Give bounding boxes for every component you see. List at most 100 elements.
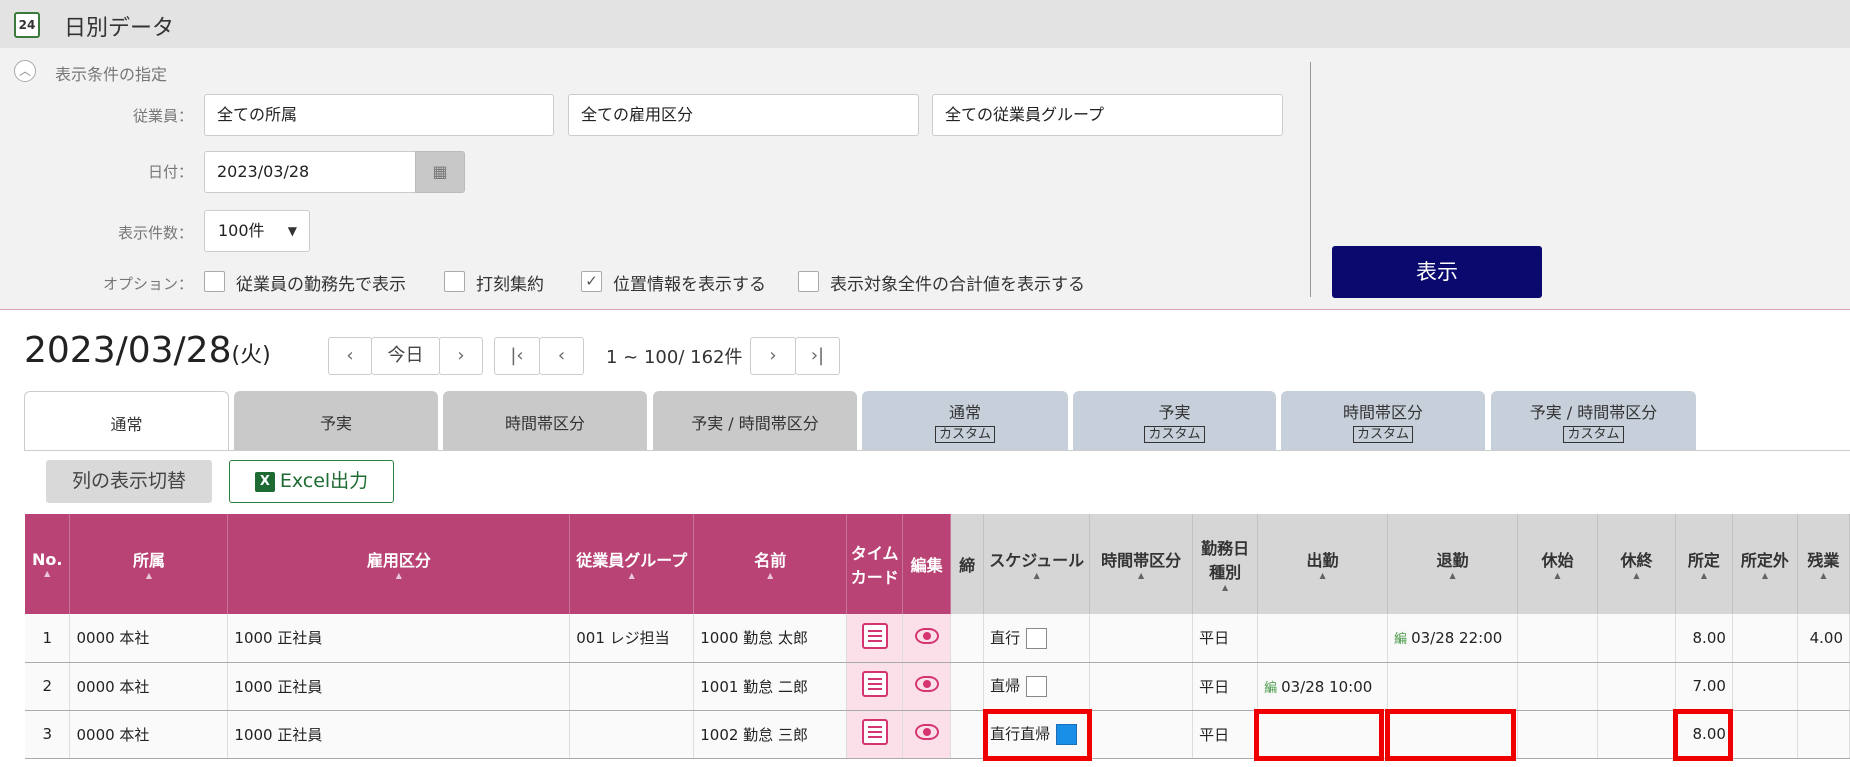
- col-day-type[interactable]: 勤務日 種別 ▲: [1192, 514, 1259, 614]
- col-employment-type[interactable]: 雇用区分 ▲: [227, 514, 571, 614]
- table-row: 1 0000 本社 1000 正社員 001 レジ担当 1000 勤怠 太郎 直行 平日 編 0…: [25, 614, 1850, 663]
- tab-custom-time-band[interactable]: 時間帯区分 カスタム: [1281, 391, 1485, 450]
- cell-outside-scheduled: [1732, 662, 1798, 711]
- cell-edit[interactable]: [902, 662, 952, 711]
- daily-data-table: No. ▲ 所属 ▲ 雇用区分 ▲ 従業員グループ ▲ 名前 ▲ タイム カード 編集 締…: [25, 514, 1850, 759]
- cell-department: 0000 本社: [69, 710, 229, 759]
- cell-clock-in[interactable]: [1257, 614, 1389, 663]
- cell-time-band: [1089, 662, 1194, 711]
- option-checkbox-location[interactable]: ✓: [581, 271, 602, 292]
- option-checkbox-workplace[interactable]: [204, 271, 225, 292]
- divider: [1310, 62, 1311, 297]
- employee-group-select[interactable]: 全ての従業員グループ: [932, 94, 1283, 136]
- tab-time-band[interactable]: 時間帯区分: [443, 391, 647, 450]
- cell-edit[interactable]: [902, 614, 952, 663]
- cell-schedule[interactable]: 直行: [983, 614, 1091, 663]
- col-no[interactable]: No. ▲: [25, 514, 71, 614]
- col-break-start[interactable]: 休始 ▲: [1517, 514, 1598, 614]
- schedule-checkbox[interactable]: [1026, 627, 1048, 649]
- column-toggle-button[interactable]: 列の表示切替: [46, 460, 212, 503]
- cell-timecard[interactable]: [846, 662, 904, 711]
- last-page-button[interactable]: ›|: [795, 337, 840, 375]
- col-overtime[interactable]: 残業 ▲: [1797, 514, 1850, 614]
- eye-icon[interactable]: [914, 676, 939, 692]
- excel-icon: X: [254, 471, 275, 492]
- timecard-icon[interactable]: [861, 622, 888, 649]
- eye-icon[interactable]: [914, 627, 939, 644]
- cell-employee-group: 001 レジ担当: [569, 614, 695, 663]
- tab-normal[interactable]: 通常: [24, 391, 229, 451]
- cell-no: 2: [25, 662, 71, 711]
- next-page-button[interactable]: ›: [750, 337, 796, 375]
- schedule-checkbox[interactable]: [1056, 724, 1078, 745]
- col-employee-group[interactable]: 従業員グループ ▲: [569, 514, 695, 614]
- calendar-24-icon: 24: [14, 12, 40, 38]
- eye-icon[interactable]: [914, 724, 939, 740]
- first-page-button[interactable]: |‹: [494, 337, 540, 375]
- cell-clock-in[interactable]: [1257, 710, 1389, 759]
- table-row: 3 0000 本社 1000 正社員 1002 勤怠 三郎 直行直帰 平日 8.00: [25, 710, 1850, 759]
- col-clock-out[interactable]: 退勤 ▲: [1387, 514, 1519, 614]
- col-clock-in[interactable]: 出勤 ▲: [1257, 514, 1389, 614]
- cell-clock-in[interactable]: 編 03/28 10:00: [1257, 662, 1389, 711]
- excel-export-button[interactable]: X Excel出力: [229, 460, 394, 503]
- timecard-icon[interactable]: [861, 719, 888, 745]
- prev-day-button[interactable]: ‹: [328, 337, 372, 375]
- count-label: 表示件数：: [117, 224, 193, 242]
- option-label-total[interactable]: 表示対象全件の合計値を表示する: [830, 270, 1085, 295]
- col-department[interactable]: 所属 ▲: [69, 514, 229, 614]
- timecard-icon[interactable]: [861, 671, 888, 697]
- department-select[interactable]: 全ての所属: [204, 94, 554, 136]
- tab-custom-plan-actual[interactable]: 予実 カスタム: [1073, 391, 1276, 450]
- tab-plan-actual-time-band[interactable]: 予実 / 時間帯区分: [653, 391, 857, 450]
- cell-timecard[interactable]: [846, 710, 904, 759]
- filter-heading[interactable]: 表示条件の指定: [55, 61, 167, 85]
- option-label-aggregate[interactable]: 打刻集約: [476, 270, 544, 295]
- cell-no: 1: [25, 614, 71, 663]
- show-button[interactable]: 表示: [1332, 246, 1542, 298]
- date-picker-button[interactable]: ▦: [415, 151, 465, 193]
- page-range: 1 ~ 100/ 162件: [606, 347, 743, 368]
- date-input[interactable]: 2023/03/28: [204, 151, 416, 193]
- col-outside-scheduled[interactable]: 所定外 ▲: [1732, 514, 1798, 614]
- employment-type-select[interactable]: 全ての雇用区分: [568, 94, 919, 136]
- cell-break-start: [1517, 662, 1598, 711]
- col-name[interactable]: 名前 ▲: [693, 514, 848, 614]
- options-label: オプション：: [102, 275, 193, 293]
- cell-department: 0000 本社: [69, 614, 229, 663]
- current-date: 2023/03/28(火): [24, 330, 271, 371]
- sort-icon: ▲: [1761, 571, 1768, 580]
- count-select[interactable]: 100件 ▼: [204, 210, 310, 252]
- col-scheduled[interactable]: 所定 ▲: [1675, 514, 1733, 614]
- cell-timecard[interactable]: [846, 614, 904, 663]
- option-label-location[interactable]: 位置情報を表示する: [613, 270, 766, 295]
- today-button[interactable]: 今日: [371, 337, 440, 375]
- col-time-band[interactable]: 時間帯区分 ▲: [1089, 514, 1194, 614]
- weekday: (火): [231, 343, 271, 368]
- cell-clock-out[interactable]: [1387, 662, 1519, 711]
- option-checkbox-total[interactable]: [798, 271, 819, 292]
- sort-icon: ▲: [1554, 571, 1561, 580]
- cell-break-end: [1597, 614, 1676, 663]
- cell-clock-out[interactable]: [1387, 710, 1519, 759]
- schedule-checkbox[interactable]: [1026, 676, 1048, 697]
- cell-name: 1000 勤怠 太郎: [693, 614, 848, 663]
- cell-schedule[interactable]: 直行直帰: [983, 710, 1091, 759]
- chevron-up-icon[interactable]: ︿: [14, 60, 36, 82]
- cell-clock-out[interactable]: 編 03/28 22:00: [1387, 614, 1519, 663]
- prev-page-button[interactable]: ‹: [539, 337, 584, 375]
- tab-custom-normal[interactable]: 通常 カスタム: [862, 391, 1068, 450]
- cell-day-type: 平日: [1192, 710, 1259, 759]
- cell-schedule[interactable]: 直帰: [983, 662, 1091, 711]
- sort-icon: ▲: [145, 571, 153, 580]
- cell-scheduled: 8.00: [1675, 614, 1733, 663]
- col-schedule[interactable]: スケジュール ▲: [983, 514, 1091, 614]
- title-bar: 24 日別データ: [0, 0, 1850, 48]
- option-checkbox-aggregate[interactable]: [444, 271, 465, 292]
- col-break-end[interactable]: 休終 ▲: [1597, 514, 1676, 614]
- option-label-workplace[interactable]: 従業員の勤務先で表示: [236, 270, 406, 295]
- tab-plan-actual[interactable]: 予実: [234, 391, 438, 450]
- tab-custom-plan-actual-time-band[interactable]: 予実 / 時間帯区分 カスタム: [1491, 391, 1696, 450]
- cell-edit[interactable]: [902, 710, 952, 759]
- next-day-button[interactable]: ›: [439, 337, 483, 375]
